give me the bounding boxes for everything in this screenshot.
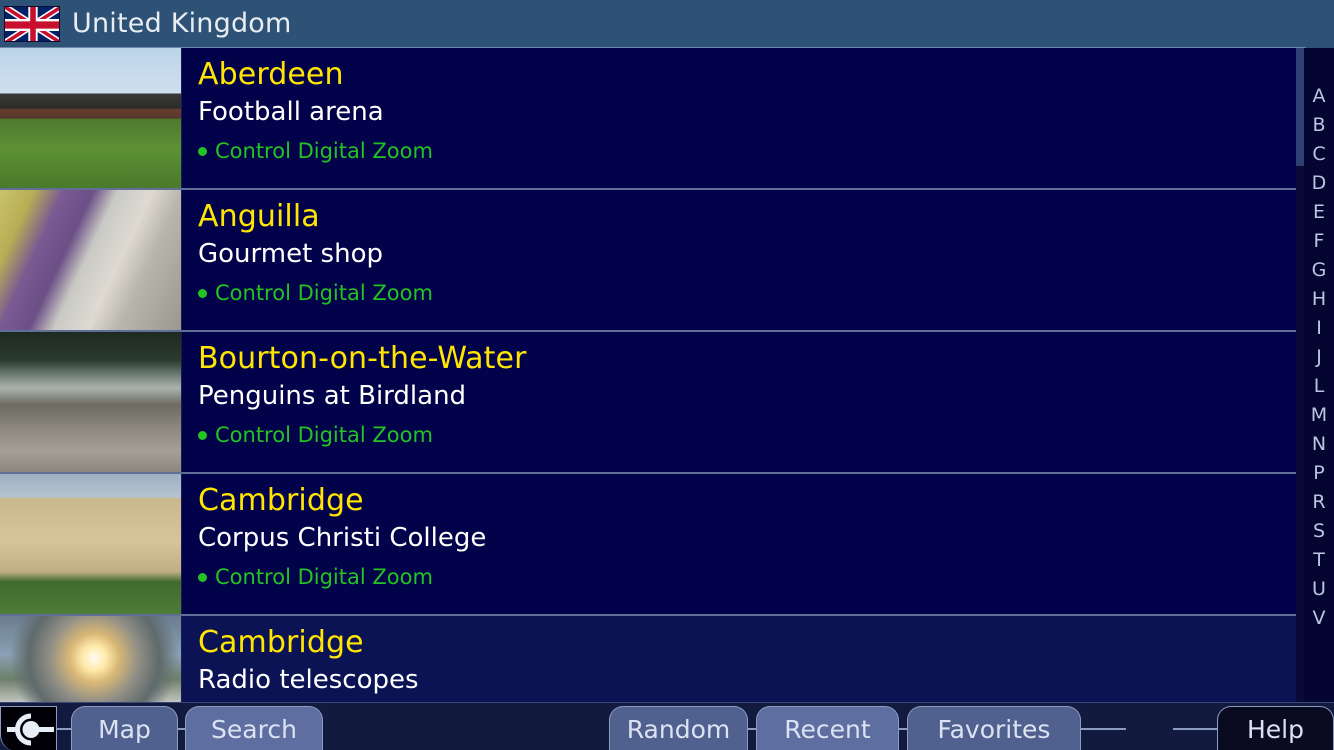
college-building-thumbnail <box>0 474 182 614</box>
alpha-index-V[interactable]: V <box>1304 604 1334 633</box>
back-nav-icon[interactable] <box>0 706 57 750</box>
map-button[interactable]: Map <box>71 706 178 750</box>
list-item-city: Anguilla <box>198 199 320 234</box>
list-item-feature-label: Control Digital Zoom <box>215 423 433 447</box>
toolbar-connector <box>57 728 71 730</box>
alpha-index-N[interactable]: N <box>1304 430 1334 459</box>
help-button[interactable]: Help <box>1217 706 1334 750</box>
alpha-index-T[interactable]: T <box>1304 546 1334 575</box>
random-button[interactable]: Random <box>609 706 748 750</box>
alpha-index-J[interactable]: J <box>1304 343 1334 372</box>
list-item-city: Bourton-on-the-Water <box>198 341 527 376</box>
favorites-button[interactable]: Favorites <box>907 706 1081 750</box>
toolbar-connector <box>748 728 756 730</box>
list-item-description: Penguins at Birdland <box>198 381 467 411</box>
alpha-index-G[interactable]: G <box>1304 256 1334 285</box>
alpha-index-H[interactable]: H <box>1304 285 1334 314</box>
list-scrollbar-track[interactable] <box>1296 48 1304 702</box>
toolbar-connector <box>178 728 185 730</box>
list-item-description: Gourmet shop <box>198 239 383 269</box>
united-kingdom-flag-icon <box>4 5 60 42</box>
list-item-text: Bourton-on-the-Water Penguins at Birdland… <box>182 332 527 450</box>
bullet-icon <box>198 572 207 582</box>
list-item-city: Cambridge <box>198 625 364 660</box>
list-item-description: Radio telescopes <box>198 665 419 695</box>
alpha-index-B[interactable]: B <box>1304 111 1334 140</box>
location-list[interactable]: Aberdeen Football arena Control Digital Zo… <box>0 48 1296 702</box>
toolbar-connector <box>899 728 907 730</box>
list-item-city: Cambridge <box>198 483 364 518</box>
list-item-text: Anguilla Gourmet shop Control Digital Zoom <box>182 190 433 308</box>
list-item-feature: Control Digital Zoom <box>198 420 527 450</box>
list-item[interactable]: Aberdeen Football arena Control Digital Zo… <box>0 48 1296 190</box>
football-stadium-thumbnail <box>0 48 182 188</box>
alpha-index-C[interactable]: C <box>1304 140 1334 169</box>
alpha-index-L[interactable]: L <box>1304 372 1334 401</box>
alpha-index-M[interactable]: M <box>1304 401 1334 430</box>
list-item-feature-label: Control Digital Zoom <box>215 139 433 163</box>
alpha-index-R[interactable]: R <box>1304 488 1334 517</box>
search-button[interactable]: Search <box>185 706 323 750</box>
list-item-text: Cambridge Corpus Christi College Control D… <box>182 474 486 592</box>
alpha-index-U[interactable]: U <box>1304 575 1334 604</box>
alpha-index-S[interactable]: S <box>1304 517 1334 546</box>
list-item[interactable]: Anguilla Gourmet shop Control Digital Zoom <box>0 190 1296 332</box>
alpha-index-D[interactable]: D <box>1304 169 1334 198</box>
list-item[interactable]: Bourton-on-the-Water Penguins at Birdland… <box>0 332 1296 474</box>
gourmet-shop-thumbnail <box>0 190 182 330</box>
penguin-enclosure-thumbnail <box>0 332 182 472</box>
list-item-description: Corpus Christi College <box>198 523 487 553</box>
alpha-index-E[interactable]: E <box>1304 198 1334 227</box>
list-item-feature: Control Digital Zoom <box>198 562 486 592</box>
page-title: United Kingdom <box>72 8 292 39</box>
list-item[interactable]: Cambridge Radio telescopes <box>0 616 1296 702</box>
bottom-toolbar: i MapSearchRandomRecentFavoritesHelp <box>0 702 1334 750</box>
list-item-city: Aberdeen <box>198 57 344 92</box>
recent-button[interactable]: Recent <box>756 706 899 750</box>
list-item[interactable]: Cambridge Corpus Christi College Control D… <box>0 474 1296 616</box>
bullet-icon <box>198 146 207 156</box>
header-right-filler <box>1306 0 1334 48</box>
list-item-feature-label: Control Digital Zoom <box>215 565 433 589</box>
alpha-index-P[interactable]: P <box>1304 459 1334 488</box>
list-item-text: Aberdeen Football arena Control Digital Zo… <box>182 48 433 166</box>
toolbar-connector <box>1173 728 1217 730</box>
bullet-icon <box>198 288 207 298</box>
app-root: United Kingdom Aberdeen Football arena Con… <box>0 0 1334 750</box>
list-item-description: Football arena <box>198 97 384 127</box>
alpha-index-I[interactable]: I <box>1304 314 1334 343</box>
list-item-feature: Control Digital Zoom <box>198 278 433 308</box>
alpha-index-F[interactable]: F <box>1304 227 1334 256</box>
alpha-index-A[interactable]: A <box>1304 82 1334 111</box>
alphabet-index[interactable]: ABCDEFGHIJLMNPRSTUV <box>1304 48 1334 702</box>
list-item-feature: Control Digital Zoom <box>198 136 433 166</box>
bullet-icon <box>198 430 207 440</box>
list-scrollbar-thumb[interactable] <box>1296 48 1304 166</box>
list-item-feature-label: Control Digital Zoom <box>215 281 433 305</box>
header-bar: United Kingdom <box>0 0 1306 48</box>
list-item-text: Cambridge Radio telescopes <box>182 616 419 698</box>
radio-telescope-sunset-thumbnail <box>0 616 182 702</box>
toolbar-connector <box>1081 728 1126 730</box>
